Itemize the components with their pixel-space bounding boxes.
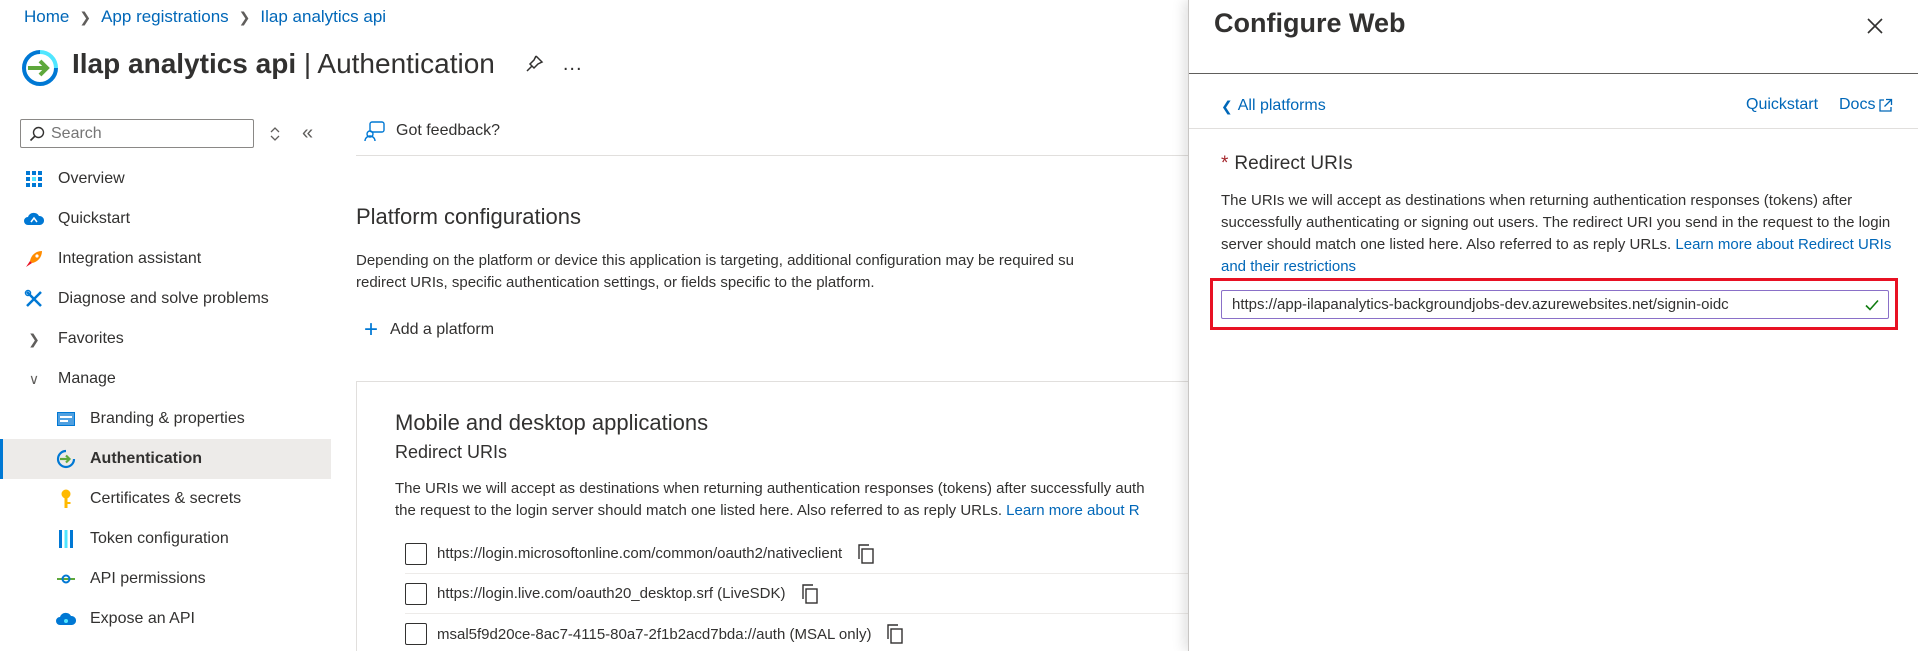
divider <box>1189 128 1918 129</box>
sidebar-item-label: Integration assistant <box>58 250 202 267</box>
redirect-uris-label: * Redirect URIs <box>1221 153 1353 174</box>
branding-icon <box>56 409 76 429</box>
sidebar-item-certificates[interactable]: Certificates & secrets <box>0 479 331 519</box>
uri-text: https://login.microsoftonline.com/common… <box>437 545 843 562</box>
all-platforms-label: All platforms <box>1237 97 1326 114</box>
chevron-right-icon: ❯ <box>238 8 251 25</box>
sidebar-item-integration-assistant[interactable]: Integration assistant <box>0 239 331 279</box>
sidebar-item-label: Branding & properties <box>90 410 245 427</box>
platform-configurations-desc: Depending on the platform or device this… <box>356 252 1074 291</box>
sidebar-item-token-configuration[interactable]: Token configuration <box>0 519 331 559</box>
breadcrumb-current[interactable]: Ilap analytics api <box>260 7 386 27</box>
breadcrumb: Home ❯ App registrations ❯ Ilap analytic… <box>24 7 386 27</box>
copy-icon[interactable] <box>856 543 876 565</box>
docs-link[interactable]: Docs <box>1839 96 1893 114</box>
sidebar-nav: Overview Quickstart Integration assistan… <box>0 159 331 639</box>
sidebar-item-label: Token configuration <box>90 530 229 547</box>
learn-more-link[interactable]: Learn more about R <box>1006 502 1139 519</box>
sidebar-item-branding[interactable]: Branding & properties <box>0 399 331 439</box>
divider <box>356 155 1188 156</box>
quickstart-link[interactable]: Quickstart <box>1746 96 1818 114</box>
sidebar-item-label: Expose an API <box>90 610 195 627</box>
wrench-icon <box>24 289 44 309</box>
collapse-sidebar-icon[interactable]: « <box>302 122 313 145</box>
copy-icon[interactable] <box>885 623 905 645</box>
sidebar-item-favorites[interactable]: ❯ Favorites <box>0 319 331 359</box>
sidebar-item-label: Overview <box>58 170 125 187</box>
redirect-uri-input[interactable] <box>1232 296 1852 313</box>
uri-row: https://login.microsoftonline.com/common… <box>405 534 1205 574</box>
sidebar-item-overview[interactable]: Overview <box>0 159 331 199</box>
card-description: The URIs we will accept as destinations … <box>395 480 1145 519</box>
sidebar-item-quickstart[interactable]: Quickstart <box>0 199 331 239</box>
sidebar-item-diagnose[interactable]: Diagnose and solve problems <box>0 279 331 319</box>
cloud-api-icon <box>56 609 76 629</box>
search-box[interactable] <box>20 119 254 148</box>
page-header: Ilap analytics api | Authentication ... <box>20 40 583 88</box>
all-platforms-link[interactable]: ❮ All platforms <box>1221 97 1326 115</box>
sidebar-item-label: Authentication <box>90 450 202 467</box>
uri-row: msal5f9d20ce-8ac7-4115-80a7-2f1b2acd7bda… <box>405 614 1205 651</box>
add-platform-button[interactable]: + Add a platform <box>364 318 494 342</box>
page-title: Ilap analytics api | Authentication <box>72 48 495 79</box>
sidebar-item-label: Manage <box>58 370 116 387</box>
sort-icon[interactable] <box>268 124 282 144</box>
platform-configurations-title: Platform configurations <box>356 204 581 229</box>
bars-icon <box>56 529 76 549</box>
uri-text: https://login.live.com/oauth20_desktop.s… <box>437 585 786 602</box>
chevron-right-icon: ❯ <box>28 330 40 347</box>
search-icon <box>29 126 45 141</box>
uri-checkbox[interactable] <box>405 623 427 645</box>
rocket-icon <box>24 249 44 269</box>
breadcrumb-app-registrations[interactable]: App registrations <box>101 7 229 27</box>
add-platform-label: Add a platform <box>390 321 495 338</box>
sidebar-item-api-permissions[interactable]: API permissions <box>0 559 331 599</box>
cloud-icon <box>24 209 44 229</box>
docs-label: Docs <box>1839 96 1876 113</box>
external-link-icon <box>1879 98 1893 112</box>
breadcrumb-home[interactable]: Home <box>24 7 69 27</box>
grid-icon <box>24 169 44 189</box>
chevron-down-icon: ∨ <box>28 370 40 387</box>
configure-web-panel: Configure Web ❮ All platforms Quickstart… <box>1188 0 1918 651</box>
card-title: Mobile and desktop applications <box>395 410 709 435</box>
permissions-icon <box>56 569 76 589</box>
search-input[interactable] <box>51 124 241 143</box>
sidebar-item-manage[interactable]: ∨ Manage <box>0 359 331 399</box>
uri-row: https://login.live.com/oauth20_desktop.s… <box>405 574 1205 614</box>
chevron-right-icon: ❯ <box>79 8 92 25</box>
redirect-uri-field[interactable] <box>1221 290 1889 319</box>
uri-checkbox[interactable] <box>405 542 427 565</box>
required-marker: * <box>1221 153 1229 174</box>
app-registration-icon <box>22 50 58 86</box>
close-icon[interactable] <box>1864 15 1886 37</box>
mobile-desktop-card: Mobile and desktop applications Redirect… <box>356 381 1205 651</box>
sidebar-item-label: Favorites <box>58 330 124 347</box>
key-icon <box>56 489 76 509</box>
feedback-icon <box>364 121 385 142</box>
sidebar-item-label: Certificates & secrets <box>90 490 242 507</box>
card-subtitle: Redirect URIs <box>395 442 508 462</box>
sidebar-item-authentication[interactable]: Authentication <box>0 439 331 479</box>
checkmark-icon <box>1865 299 1879 311</box>
feedback-button[interactable]: Got feedback? <box>364 120 500 142</box>
auth-icon <box>56 449 76 469</box>
sidebar-item-label: API permissions <box>90 570 206 587</box>
sidebar-item-label: Quickstart <box>58 210 131 227</box>
feedback-label: Got feedback? <box>396 122 501 139</box>
more-icon[interactable]: ... <box>563 53 583 76</box>
copy-icon[interactable] <box>800 583 820 605</box>
pin-icon[interactable] <box>523 53 545 75</box>
redirect-uris-description: The URIs we will accept as destinations … <box>1221 192 1892 275</box>
uri-text: msal5f9d20ce-8ac7-4115-80a7-2f1b2acd7bda… <box>437 625 872 643</box>
plus-icon: + <box>364 316 379 343</box>
sidebar-item-label: Diagnose and solve problems <box>58 290 269 307</box>
chevron-left-icon: ❮ <box>1221 97 1233 114</box>
uri-checkbox[interactable] <box>405 582 427 605</box>
panel-title: Configure Web <box>1214 8 1406 38</box>
divider <box>1189 73 1918 74</box>
sidebar-item-expose-api[interactable]: Expose an API <box>0 599 331 639</box>
